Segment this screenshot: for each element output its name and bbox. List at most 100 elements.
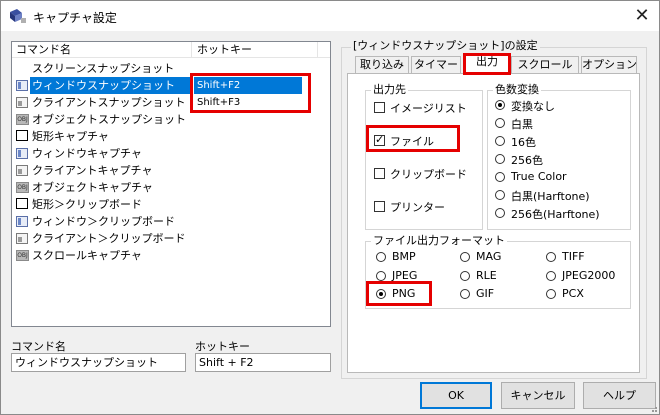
rectangle-icon xyxy=(16,130,28,141)
command-name: スクリーンスナップショット xyxy=(32,62,175,75)
clipboard-checkbox[interactable] xyxy=(374,168,385,179)
tab-output[interactable]: 出力 xyxy=(463,53,511,74)
ok-button[interactable]: OK xyxy=(420,382,492,409)
jpeg2000-radio[interactable] xyxy=(546,271,556,281)
command-name: クライアントキャプチャ xyxy=(32,164,153,177)
object-icon: OBJ xyxy=(16,114,29,125)
mono-label: 白黒 xyxy=(511,118,533,131)
command-hotkey xyxy=(194,60,302,77)
png-radio[interactable] xyxy=(376,289,386,299)
256-color-radio[interactable] xyxy=(495,154,505,164)
16-color-label: 16色 xyxy=(511,136,536,149)
client-icon xyxy=(16,233,28,244)
command-row[interactable]: OBJ オブジェクトスナップショット xyxy=(12,111,330,128)
mono-radio[interactable] xyxy=(495,118,505,128)
printer-label: プリンター xyxy=(390,201,445,214)
command-row[interactable]: クライアントスナップショット Shift+F3 xyxy=(12,94,330,111)
true-color-radio[interactable] xyxy=(495,172,505,182)
mag-radio[interactable] xyxy=(460,252,470,262)
command-name: クライアントスナップショット xyxy=(32,96,186,109)
command-name: 矩形キャプチャ xyxy=(32,130,109,143)
tab-scroll[interactable]: スクロール xyxy=(511,56,579,73)
file-checkbox[interactable] xyxy=(374,133,385,146)
no-conversion-label: 変換なし xyxy=(511,100,555,113)
command-name: ウィンドウスナップショット xyxy=(30,77,190,94)
command-row[interactable]: ウィンドウ＞クリップボード xyxy=(12,213,330,230)
window-icon xyxy=(16,148,28,159)
client-icon xyxy=(16,165,28,176)
command-hotkey xyxy=(194,247,302,264)
rle-radio[interactable] xyxy=(460,271,470,281)
command-hotkey xyxy=(194,128,302,145)
pcx-label: PCX xyxy=(562,287,584,300)
window-icon xyxy=(16,80,28,91)
command-hotkey xyxy=(194,230,302,247)
object-icon: OBJ xyxy=(16,182,29,193)
tab-options[interactable]: オプション xyxy=(581,56,637,73)
tab-timer[interactable]: タイマー xyxy=(411,56,461,73)
tiff-radio[interactable] xyxy=(546,252,556,262)
file-label: ファイル xyxy=(390,135,434,148)
command-row[interactable]: 矩形＞クリップボード xyxy=(12,196,330,213)
column-header-hotkey[interactable]: ホットキー xyxy=(193,42,318,58)
command-row[interactable]: OBJ オブジェクトキャプチャ xyxy=(12,179,330,196)
gif-radio[interactable] xyxy=(460,289,470,299)
command-hotkey xyxy=(194,196,302,213)
close-icon[interactable]: ✕ xyxy=(631,6,653,26)
tab-capture[interactable]: 取り込み xyxy=(355,56,409,73)
color-conv-title: 色数変換 xyxy=(493,83,541,96)
command-name: 矩形＞クリップボード xyxy=(32,198,142,211)
jpeg-label: JPEG xyxy=(392,269,418,282)
command-hotkey xyxy=(194,179,302,196)
command-row[interactable]: 矩形キャプチャ xyxy=(12,128,330,145)
command-name-field[interactable]: ウィンドウスナップショット xyxy=(11,353,186,372)
command-hotkey xyxy=(194,145,302,162)
settings-group-title: [ウィンドウスナップショット]の設定 xyxy=(351,39,540,52)
command-list[interactable]: コマンド名 ホットキー スクリーンスナップショット ウィンドウスナップショット Sh… xyxy=(11,41,331,327)
command-name: スクロールキャプチャ xyxy=(32,249,142,262)
command-name: オブジェクトキャプチャ xyxy=(32,181,153,194)
output-dest-title: 出力先 xyxy=(371,83,408,96)
window-title: キャプチャ設定 xyxy=(33,11,117,25)
256-halftone-radio[interactable] xyxy=(495,208,505,218)
object-icon: OBJ xyxy=(16,250,29,261)
hotkey-field[interactable]: Shift + F2 xyxy=(195,353,331,372)
command-list-header: コマンド名 ホットキー xyxy=(12,42,330,58)
column-header-command[interactable]: コマンド名 xyxy=(12,42,192,58)
no-conversion-radio[interactable] xyxy=(495,100,505,110)
resize-grip-icon[interactable] xyxy=(648,403,658,413)
command-hotkey xyxy=(194,213,302,230)
rectangle-icon xyxy=(16,198,28,209)
bmp-label: BMP xyxy=(392,250,416,263)
command-name: ウィンドウ＞クリップボード xyxy=(32,215,175,228)
mag-label: MAG xyxy=(476,250,502,263)
mono-halftone-radio[interactable] xyxy=(495,190,505,200)
command-row[interactable]: スクリーンスナップショット xyxy=(12,60,330,77)
image-list-checkbox[interactable] xyxy=(374,102,385,113)
command-row[interactable]: ウィンドウスナップショット Shift+F2 xyxy=(12,77,330,94)
command-hotkey: Shift+F2 xyxy=(194,77,302,94)
command-hotkey: Shift+F3 xyxy=(197,97,241,108)
command-name-label: コマンド名 xyxy=(11,340,66,353)
cancel-button[interactable]: キャンセル xyxy=(501,382,575,409)
256-halftone-label: 256色(Harftone) xyxy=(511,208,600,221)
command-row[interactable]: OBJ スクロールキャプチャ xyxy=(12,247,330,264)
hotkey-label: ホットキー xyxy=(195,340,250,353)
help-button[interactable]: ヘルプ xyxy=(583,382,656,409)
16-color-radio[interactable] xyxy=(495,136,505,146)
capture-settings-dialog: キャプチャ設定 ✕ コマンド名 ホットキー スクリーンスナップショット ウィンドウ… xyxy=(0,0,660,415)
command-hotkey xyxy=(194,111,302,128)
title-bar: キャプチャ設定 ✕ xyxy=(1,1,659,31)
bmp-radio[interactable] xyxy=(376,252,386,262)
command-row[interactable]: ウィンドウキャプチャ xyxy=(12,145,330,162)
clipboard-label: クリップボード xyxy=(390,168,467,181)
tiff-label: TIFF xyxy=(562,250,585,263)
printer-checkbox[interactable] xyxy=(374,201,385,212)
gif-label: GIF xyxy=(476,287,495,300)
jpeg-radio[interactable] xyxy=(376,271,386,281)
pcx-radio[interactable] xyxy=(546,289,556,299)
mono-halftone-label: 白黒(Harftone) xyxy=(511,190,590,203)
jpeg2000-label: JPEG2000 xyxy=(562,269,616,282)
command-row[interactable]: クライアントキャプチャ xyxy=(12,162,330,179)
command-row[interactable]: クライアント＞クリップボード xyxy=(12,230,330,247)
